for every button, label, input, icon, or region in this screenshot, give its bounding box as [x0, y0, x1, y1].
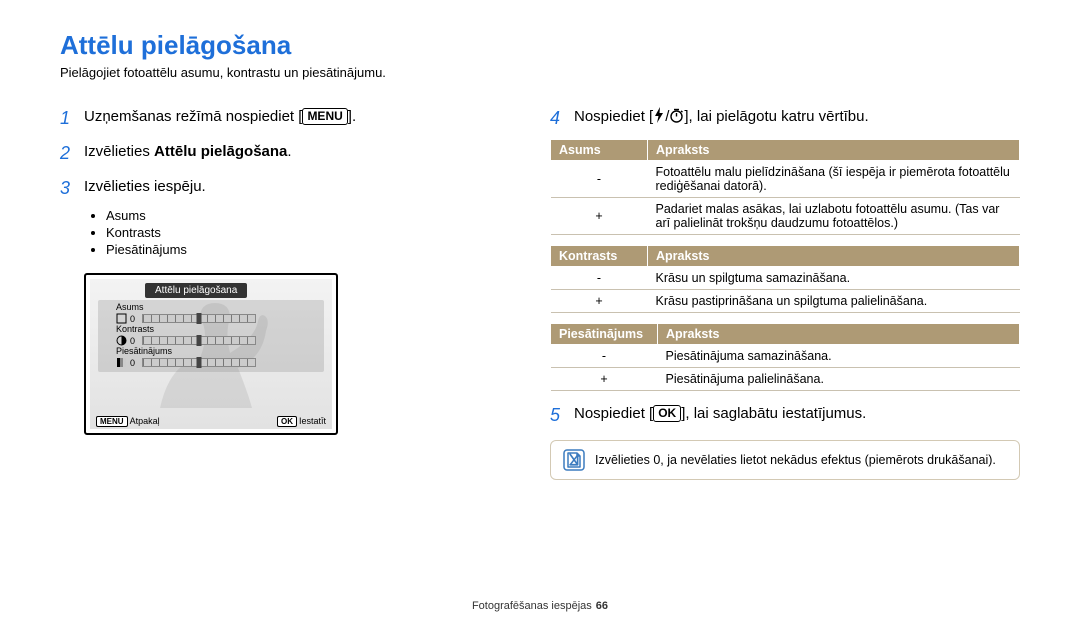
th-contrast: Kontrasts — [551, 245, 648, 266]
options-list: Asums Kontrasts Piesātinājums — [106, 208, 500, 257]
th-desc: Apraksts — [648, 245, 1020, 266]
th-saturation: Piesātinājums — [551, 323, 658, 344]
cell-desc: Krāsu pastiprināšana un spilgtuma paliel… — [648, 289, 1020, 312]
lcd-row-label: Kontrasts — [116, 324, 188, 334]
cell-sym: - — [551, 160, 648, 197]
lcd-row-label: Piesātinājums — [116, 346, 188, 356]
cell-sym: - — [551, 344, 658, 367]
th-desc: Apraksts — [648, 139, 1020, 160]
step-1-text: Uzņemšanas režīmā nospiediet [MENU]. — [84, 104, 356, 129]
lcd-value: 0 — [130, 336, 142, 346]
page-footer: Fotografēšanas iespējas66 — [0, 600, 1080, 612]
step-4-number: 4 — [550, 104, 574, 133]
step-5-text: Nospiediet [OK], lai saglabātu iestatīju… — [574, 401, 866, 426]
step-2-number: 2 — [60, 139, 84, 168]
th-desc: Apraksts — [658, 323, 1020, 344]
saturation-icon — [116, 357, 127, 368]
contrast-icon — [116, 335, 127, 346]
lcd-slider — [142, 358, 256, 367]
lcd-value: 0 — [130, 358, 142, 368]
table-sharpness: AsumsApraksts -Fotoattēlu malu pielīdzin… — [550, 139, 1020, 235]
lcd-slider — [142, 336, 256, 345]
cell-desc: Padariet malas asākas, lai uzlabotu foto… — [648, 197, 1020, 234]
cell-desc: Piesātinājuma samazināšana. — [658, 344, 1020, 367]
lcd-back: MENUAtpakaļ — [96, 416, 160, 427]
option-item: Asums — [106, 208, 500, 223]
option-item: Kontrasts — [106, 225, 500, 240]
note-text: Izvēlieties 0, ja nevēlaties lietot nekā… — [595, 453, 996, 467]
intro-text: Pielāgojiet fotoattēlu asumu, kontrastu … — [60, 65, 1020, 80]
step-5-number: 5 — [550, 401, 574, 430]
step-1-number: 1 — [60, 104, 84, 133]
lcd-value: 0 — [130, 314, 142, 324]
cell-sym: + — [551, 197, 648, 234]
menu-key: MENU — [302, 108, 347, 125]
cell-desc: Fotoattēlu malu pielīdzināšana (šī iespē… — [648, 160, 1020, 197]
table-contrast: KontrastsApraksts -Krāsu un spilgtuma sa… — [550, 245, 1020, 313]
ok-key: OK — [653, 405, 681, 422]
note-box: Izvēlieties 0, ja nevēlaties lietot nekā… — [550, 440, 1020, 480]
camera-lcd-mockup: Attēlu pielāgošana Asums 0 Kontrasts — [84, 273, 338, 435]
cell-sym: - — [551, 266, 648, 289]
step-4-text: Nospiediet [/], lai pielāgotu katru vērt… — [574, 104, 869, 129]
sharpness-icon — [116, 313, 127, 324]
step-3-number: 3 — [60, 174, 84, 203]
cell-desc: Piesātinājuma palielināšana. — [658, 367, 1020, 390]
lcd-slider — [142, 314, 256, 323]
step-2-text: Izvēlieties Attēlu pielāgošana. — [84, 139, 292, 164]
cell-sym: + — [551, 289, 648, 312]
table-saturation: PiesātinājumsApraksts -Piesātinājuma sam… — [550, 323, 1020, 391]
option-item: Piesātinājums — [106, 242, 500, 257]
page-title: Attēlu pielāgošana — [60, 30, 1020, 61]
flash-icon — [653, 107, 665, 123]
note-icon — [563, 449, 585, 471]
th-sharpness: Asums — [551, 139, 648, 160]
lcd-set: OKIestatīt — [277, 416, 326, 427]
lcd-panel-title: Attēlu pielāgošana — [145, 283, 247, 298]
timer-icon — [669, 108, 684, 123]
cell-desc: Krāsu un spilgtuma samazināšana. — [648, 266, 1020, 289]
lcd-row-label: Asums — [116, 302, 188, 312]
cell-sym: + — [551, 367, 658, 390]
step-3-text: Izvēlieties iespēju. — [84, 174, 206, 199]
